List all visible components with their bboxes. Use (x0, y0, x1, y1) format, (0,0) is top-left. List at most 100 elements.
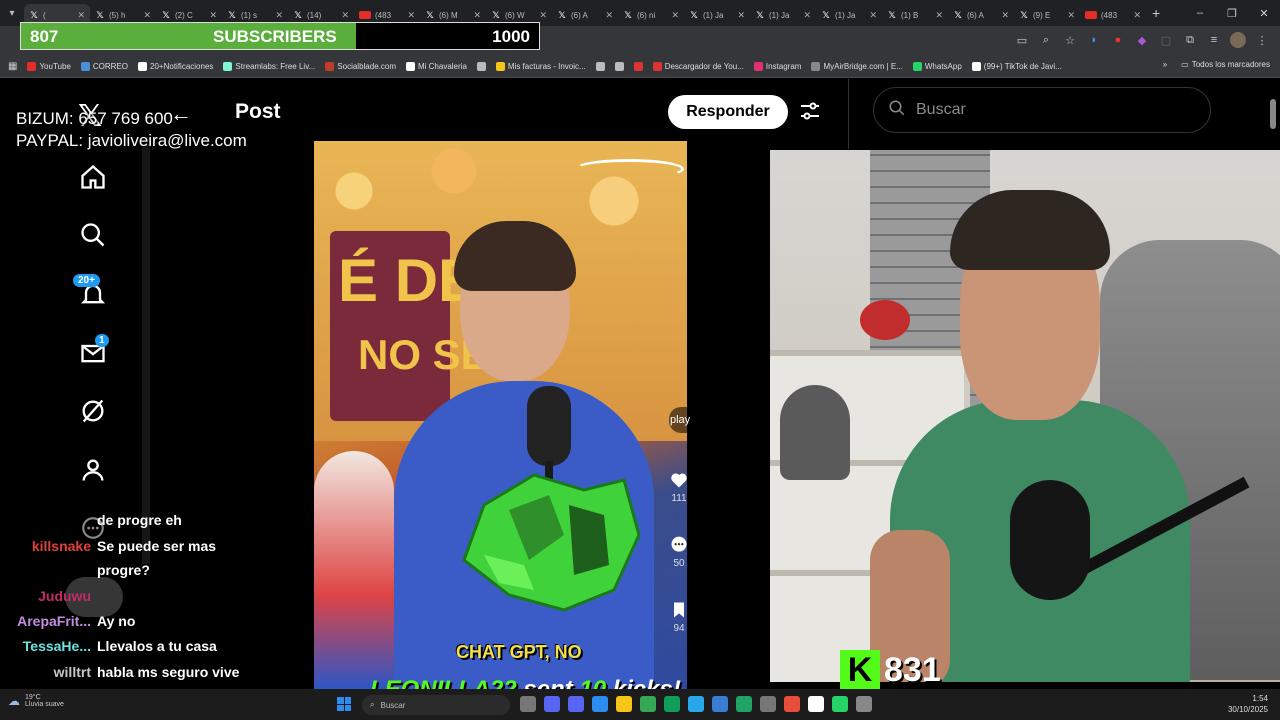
taskbar-app-icon[interactable] (640, 696, 656, 712)
like-button[interactable]: 111 (668, 470, 690, 504)
chat-username[interactable] (0, 512, 91, 528)
close-tab-icon[interactable]: ✕ (407, 10, 415, 21)
chat-username[interactable]: ArepaFrit... (0, 613, 91, 629)
zoom-icon[interactable]: ⌕ (1038, 32, 1054, 48)
bookmark-item[interactable]: 20+Notificaciones (138, 62, 213, 71)
bookmark-item[interactable]: Descargador de You... (652, 62, 744, 71)
page-scrollbar[interactable] (1270, 99, 1276, 129)
close-tab-icon[interactable]: ✕ (341, 10, 349, 21)
close-window-button[interactable]: ✕ (1248, 0, 1280, 26)
bookmark-item[interactable]: (99+) TikTok de Javi... (971, 62, 1062, 71)
close-tab-icon[interactable]: ✕ (935, 10, 943, 21)
extensions-puzzle-icon[interactable]: ⧉ (1182, 32, 1198, 48)
bookmark-item[interactable] (595, 62, 605, 71)
browser-tab[interactable]: 𝕏 (6) ni ✕ (618, 4, 684, 26)
extension-icon[interactable]: ◗ (1086, 32, 1102, 48)
extension-icon[interactable]: ● (1110, 32, 1126, 48)
taskbar-app-icon[interactable] (544, 696, 560, 712)
chat-username[interactable] (0, 562, 91, 578)
home-icon[interactable] (78, 162, 108, 192)
avatar[interactable] (1230, 32, 1246, 48)
search-box[interactable] (873, 87, 1211, 133)
taskbar-app-icon[interactable] (688, 696, 704, 712)
chat-username[interactable]: TessaHe... (0, 638, 91, 654)
taskbar-search[interactable]: ⌕ Buscar (362, 695, 510, 715)
taskbar-app-icon[interactable] (712, 696, 728, 712)
close-tab-icon[interactable]: ✕ (671, 10, 679, 21)
taskbar-app-icon[interactable] (520, 696, 536, 712)
search-input[interactable] (916, 101, 1196, 119)
taskbar-app-icon[interactable] (808, 696, 824, 712)
grok-icon[interactable] (78, 396, 108, 426)
maximize-button[interactable]: ❐ (1216, 0, 1248, 26)
reading-list-icon[interactable]: ≡ (1206, 32, 1222, 48)
system-clock[interactable]: 1:54 30/10/2025 (1228, 693, 1268, 715)
bookmark-item[interactable]: CORREO (80, 62, 128, 71)
close-tab-icon[interactable]: ✕ (143, 10, 151, 21)
bookmark-item[interactable]: Socialblade.com (325, 62, 396, 71)
taskbar-app-icon[interactable] (592, 696, 608, 712)
close-tab-icon[interactable]: ✕ (473, 10, 481, 21)
weather-widget[interactable]: ☁ 19°C Lluvia suave (8, 694, 64, 708)
browser-tab[interactable]: 𝕏 (1) B ✕ (882, 4, 948, 26)
comment-button[interactable]: 50 (668, 535, 690, 569)
taskbar-app-icon[interactable] (736, 696, 752, 712)
chat-username[interactable]: killsnake (0, 538, 91, 554)
taskbar-app-icon[interactable] (760, 696, 776, 712)
save-button[interactable]: 94 (668, 600, 690, 634)
menu-dots-icon[interactable]: ⋮ (1254, 32, 1270, 48)
bookmark-item[interactable]: YouTube (27, 62, 71, 71)
close-tab-icon[interactable]: ✕ (1133, 10, 1141, 21)
x-logo-icon: 𝕏 (162, 9, 170, 20)
browser-tab[interactable]: 𝕏 (6) A ✕ (552, 4, 618, 26)
extension-icon[interactable]: ◆ (1134, 32, 1150, 48)
bookmark-item[interactable]: Mis facturas - Invoic... (495, 62, 586, 71)
bookmark-item[interactable]: Streamlabs: Free Liv... (223, 62, 315, 71)
taskbar-app-icon[interactable] (856, 696, 872, 712)
profile-icon[interactable] (78, 455, 108, 485)
bookmark-star-icon[interactable]: ☆ (1062, 32, 1078, 48)
browser-tab[interactable]: 𝕏 (9) E ✕ (1014, 4, 1080, 26)
browser-tab[interactable]: 𝕏 (1) Ja ✕ (750, 4, 816, 26)
bookmark-item[interactable]: Instagram (753, 62, 801, 71)
close-tab-icon[interactable]: ✕ (539, 10, 547, 21)
all-bookmarks-folder[interactable]: ▭ Todos los marcadores (1181, 60, 1270, 69)
close-tab-icon[interactable]: ✕ (605, 10, 613, 21)
close-tab-icon[interactable]: ✕ (1001, 10, 1009, 21)
close-tab-icon[interactable]: ✕ (77, 10, 85, 21)
taskbar-app-icon[interactable] (784, 696, 800, 712)
taskbar-app-icon[interactable] (568, 696, 584, 712)
bookmarks-more-button[interactable]: » (1163, 60, 1167, 69)
bookmark-item[interactable]: MyAirBridge.com | E... (811, 62, 903, 71)
taskbar-app-icon[interactable] (616, 696, 632, 712)
extension-icon[interactable]: ▢ (1158, 32, 1174, 48)
taskbar-app-icon[interactable] (832, 696, 848, 712)
browser-tab[interactable]: 𝕏 (1) Ja ✕ (816, 4, 882, 26)
search-icon[interactable] (78, 220, 108, 250)
close-tab-icon[interactable]: ✕ (1067, 10, 1075, 21)
browser-tab[interactable]: 𝕏 (1) Ja ✕ (684, 4, 750, 26)
sliders-icon[interactable] (798, 99, 822, 128)
browser-tab[interactable]: 𝕏 (6) A ✕ (948, 4, 1014, 26)
close-tab-icon[interactable]: ✕ (869, 10, 877, 21)
bookmark-item[interactable]: WhatsApp (912, 62, 962, 71)
chat-username[interactable]: Juduwu (0, 588, 91, 604)
close-tab-icon[interactable]: ✕ (209, 10, 217, 21)
windows-start-icon[interactable] (337, 697, 351, 711)
apps-grid-icon[interactable]: ▦ (8, 61, 17, 72)
chat-username[interactable]: willtrt (0, 664, 91, 680)
close-tab-icon[interactable]: ✕ (275, 10, 283, 21)
reply-button[interactable]: Responder (668, 95, 788, 129)
cast-icon[interactable]: ▭ (1014, 32, 1030, 48)
bookmark-item[interactable] (633, 62, 643, 71)
bookmark-item[interactable] (614, 62, 624, 71)
bookmark-item[interactable] (476, 62, 486, 71)
video-play-tag[interactable]: play (669, 407, 691, 433)
taskbar-app-icon[interactable] (664, 696, 680, 712)
bookmark-item[interactable]: Mi Chavaleria (405, 62, 467, 71)
minimize-button[interactable]: – (1184, 0, 1216, 26)
new-tab-button[interactable]: + (1152, 5, 1160, 21)
close-tab-icon[interactable]: ✕ (737, 10, 745, 21)
close-tab-icon[interactable]: ✕ (803, 10, 811, 21)
browser-tab[interactable]: (483 ✕ (1080, 4, 1146, 26)
